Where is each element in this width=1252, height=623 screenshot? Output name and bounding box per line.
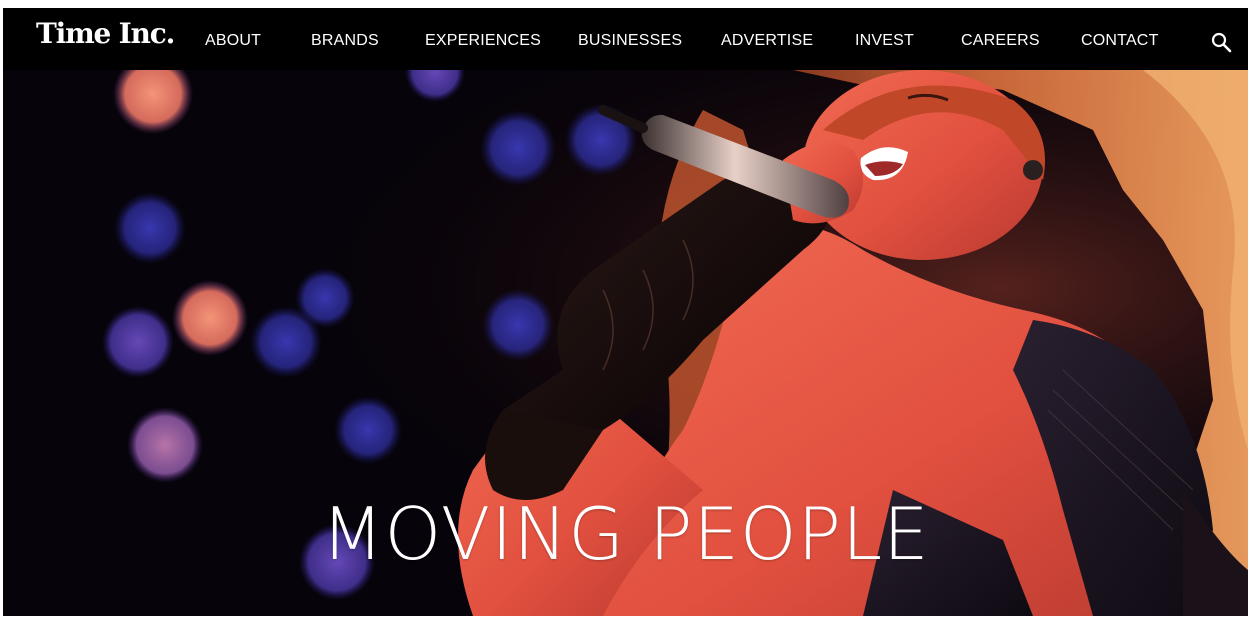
nav-item-advertise[interactable]: ADVERTISE — [721, 32, 813, 50]
time-inc-logo[interactable]: Time Inc. — [36, 17, 175, 50]
top-navigation-bar: Time Inc. ABOUT BRANDS EXPERIENCES BUSIN… — [3, 8, 1248, 70]
browser-viewport: Time Inc. ABOUT BRANDS EXPERIENCES BUSIN… — [3, 8, 1248, 616]
nav-item-businesses[interactable]: BUSINESSES — [578, 32, 682, 50]
page: Time Inc. ABOUT BRANDS EXPERIENCES BUSIN… — [0, 0, 1252, 623]
search-icon — [1211, 32, 1232, 53]
hero-headline: MOVING PEOPLE — [321, 492, 930, 577]
hero-banner: MOVING PEOPLE — [3, 70, 1248, 616]
nav-item-about[interactable]: ABOUT — [205, 32, 261, 50]
search-button[interactable] — [1211, 32, 1233, 54]
nav-item-contact[interactable]: CONTACT — [1081, 32, 1159, 50]
nav-item-careers[interactable]: CAREERS — [961, 32, 1040, 50]
nav-item-experiences[interactable]: EXPERIENCES — [425, 32, 541, 50]
nav-item-brands[interactable]: BRANDS — [311, 32, 379, 50]
nav-item-invest[interactable]: INVEST — [855, 32, 914, 50]
